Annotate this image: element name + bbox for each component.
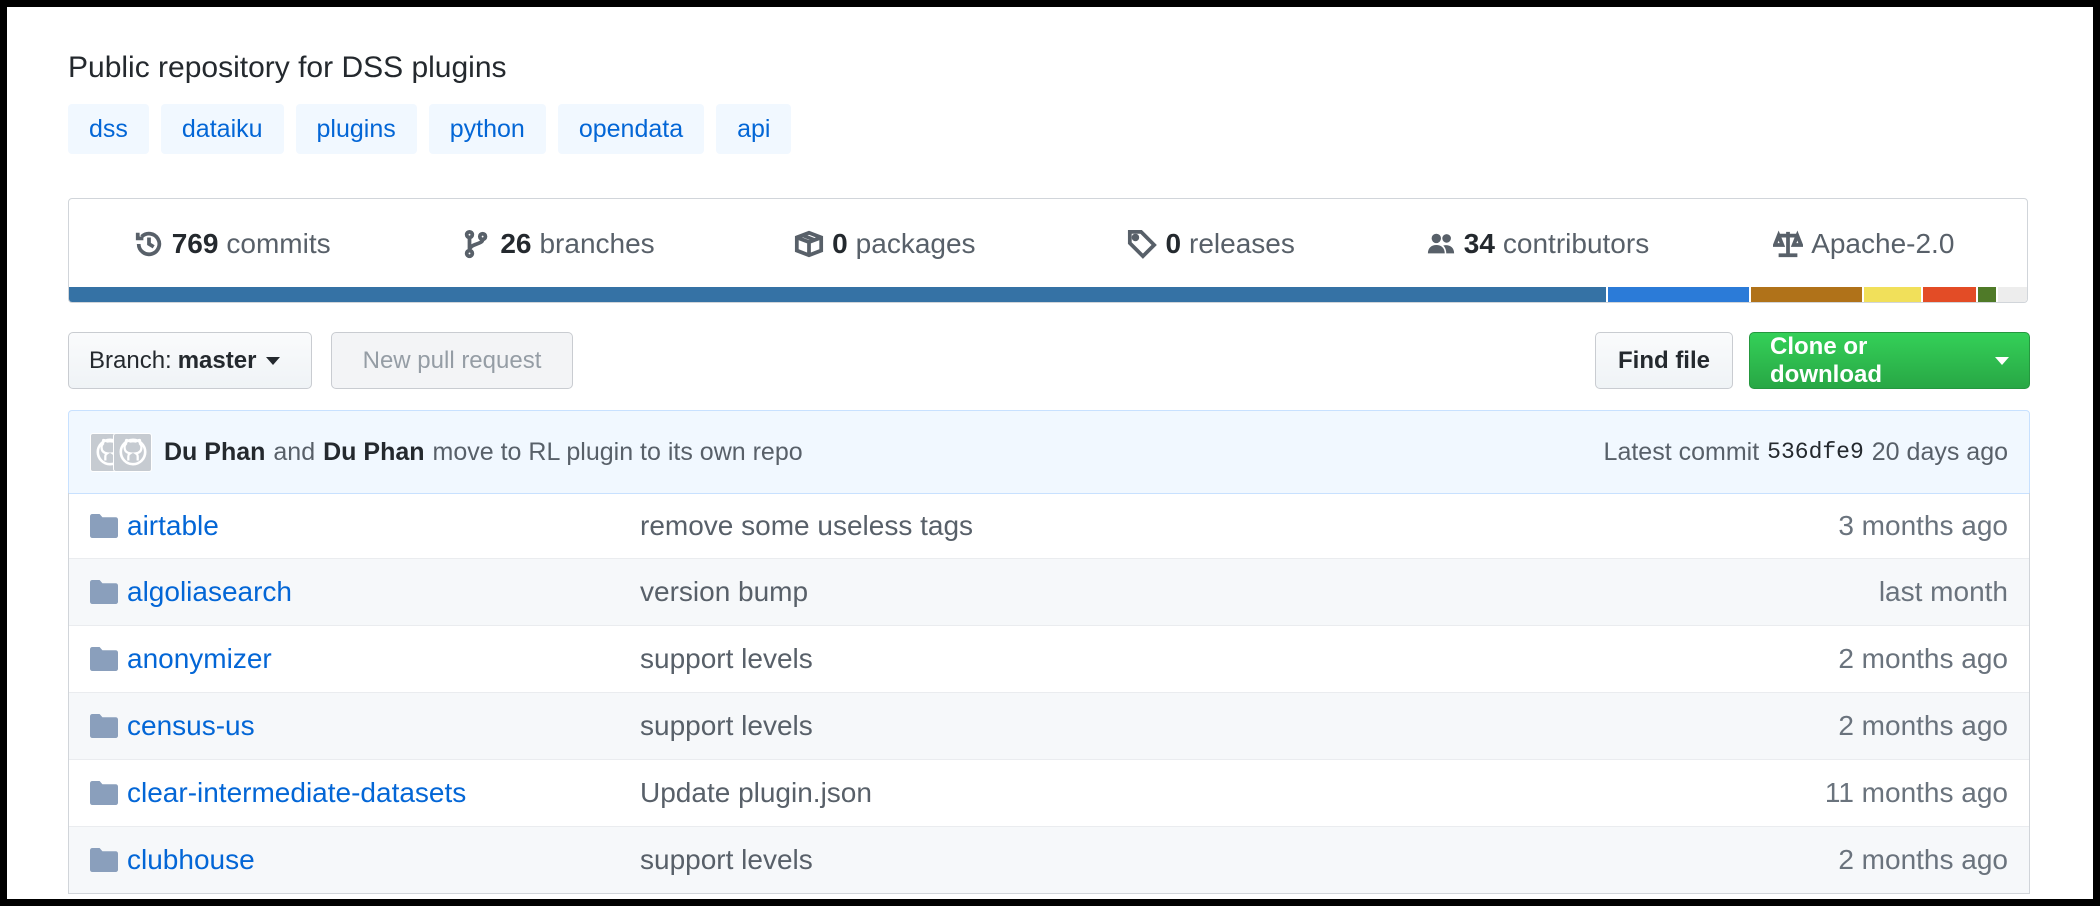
language-segment[interactable] (1750, 287, 1865, 302)
file-name-link[interactable]: clubhouse (127, 844, 255, 876)
caret-down-icon (266, 356, 281, 365)
branch-name: master (177, 346, 257, 374)
latest-commit-label: Latest commit (1603, 437, 1760, 466)
commit-committer[interactable]: Du Phan (323, 438, 424, 467)
releases-link[interactable]: 0 releases (1048, 228, 1374, 260)
topic-tag[interactable]: api (716, 104, 792, 154)
caret-down-icon (1995, 356, 2009, 365)
file-commit-message[interactable]: version bump (640, 576, 808, 608)
author-joiner: and (273, 437, 316, 466)
new-pull-request-button[interactable]: New pull request (331, 332, 573, 389)
packages-link[interactable]: 0 packages (722, 228, 1048, 260)
file-row: anonymizer support levels 2 months ago (69, 625, 2029, 692)
commit-sha[interactable]: 536dfe9 (1767, 439, 1864, 465)
file-row: airtable remove some useless tags 3 mont… (69, 493, 2029, 558)
find-file-button[interactable]: Find file (1595, 332, 1733, 389)
language-segment[interactable] (1978, 287, 1998, 302)
repo-summary: 769 commits 26 branches 0 packages 0 rel… (68, 198, 2028, 303)
file-commit-message[interactable]: support levels (640, 710, 813, 742)
folder-icon (90, 781, 118, 805)
latest-commit-bar: Du Phan and Du Phan move to RL plugin to… (68, 410, 2030, 494)
releases-label: releases (1189, 228, 1295, 259)
folder-icon (90, 714, 118, 738)
git-branch-icon (465, 229, 488, 259)
file-navigation: Branch: master New pull request Find fil… (68, 332, 2030, 389)
commit-avatars (90, 432, 152, 472)
license-label: Apache-2.0 (1811, 228, 1955, 259)
file-row: clubhouse support levels 2 months ago (69, 826, 2029, 893)
commit-message[interactable]: move to RL plugin to its own repo (433, 438, 803, 467)
page-frame: Public repository for DSS plugins dss da… (7, 7, 2093, 899)
language-segment[interactable] (1607, 287, 1751, 302)
folder-icon (90, 580, 118, 604)
language-bar[interactable] (69, 287, 2027, 302)
file-name-link[interactable]: algoliasearch (127, 576, 292, 608)
language-segment[interactable] (69, 287, 1608, 302)
branches-count: 26 (500, 228, 532, 259)
contributors-link[interactable]: 34 contributors (1374, 228, 1700, 260)
tag-icon (1128, 229, 1158, 259)
history-icon (135, 231, 161, 257)
license-link[interactable]: Apache-2.0 (1701, 228, 2027, 260)
topic-tag[interactable]: opendata (557, 104, 705, 154)
topic-tag[interactable]: dss (68, 104, 149, 154)
packages-label: packages (855, 228, 976, 259)
topic-tag[interactable]: dataiku (160, 104, 284, 154)
file-name-link[interactable]: clear-intermediate-datasets (127, 777, 466, 809)
topic-list: dss dataiku plugins python opendata api (68, 104, 792, 154)
commit-meta: Latest commit 536dfe9 20 days ago (1604, 438, 2008, 467)
avatar[interactable] (113, 432, 152, 472)
summary-row: 769 commits 26 branches 0 packages 0 rel… (69, 199, 2027, 289)
file-age: 3 months ago (1838, 509, 2008, 541)
clone-label: Clone or download (1770, 332, 1882, 388)
file-commit-message[interactable]: support levels (640, 643, 813, 675)
file-row: census-us support levels 2 months ago (69, 692, 2029, 759)
language-segment[interactable] (1997, 287, 2027, 302)
file-list: airtable remove some useless tags 3 mont… (68, 493, 2030, 894)
file-commit-message[interactable]: Update plugin.json (640, 777, 872, 809)
file-commit-message[interactable]: support levels (640, 844, 813, 876)
clone-download-button[interactable]: Clone or download (1749, 332, 2030, 389)
github-avatar-icon (119, 438, 146, 466)
commit-author[interactable]: Du Phan (164, 438, 265, 467)
package-icon (795, 230, 824, 258)
branch-prefix: Branch: (89, 346, 172, 374)
file-name-link[interactable]: anonymizer (127, 643, 272, 675)
folder-icon (90, 513, 118, 538)
folder-icon (90, 647, 118, 671)
file-age: last month (1878, 576, 2008, 607)
file-age: 11 months ago (1824, 777, 2008, 808)
commit-age: 20 days ago (1871, 437, 2008, 466)
file-age: 2 months ago (1838, 844, 2008, 875)
releases-count: 0 (1165, 228, 1182, 259)
file-name-link[interactable]: airtable (127, 510, 219, 542)
people-icon (1427, 233, 1454, 254)
branch-select-button[interactable]: Branch: master (68, 332, 312, 389)
commits-count: 769 (171, 228, 219, 259)
folder-icon (90, 848, 118, 872)
topic-tag[interactable]: python (428, 104, 546, 154)
commits-link[interactable]: 769 commits (69, 228, 395, 260)
language-segment[interactable] (1923, 287, 1979, 302)
commits-label: commits (226, 228, 331, 259)
branches-link[interactable]: 26 branches (395, 228, 721, 260)
file-row: clear-intermediate-datasets Update plugi… (69, 759, 2029, 826)
contributors-count: 34 (1463, 228, 1495, 259)
file-age: 2 months ago (1838, 643, 2008, 674)
topic-tag[interactable]: plugins (295, 104, 417, 154)
law-icon (1773, 230, 1804, 258)
file-name-link[interactable]: census-us (127, 710, 255, 742)
file-row: algoliasearch version bump last month (69, 558, 2029, 625)
contributors-label: contributors (1502, 228, 1650, 259)
branches-label: branches (539, 228, 655, 259)
file-commit-message[interactable]: remove some useless tags (640, 510, 973, 542)
language-segment[interactable] (1864, 287, 1924, 302)
packages-count: 0 (832, 228, 848, 259)
file-age: 2 months ago (1838, 710, 2008, 741)
repo-description: Public repository for DSS plugins (68, 51, 507, 84)
